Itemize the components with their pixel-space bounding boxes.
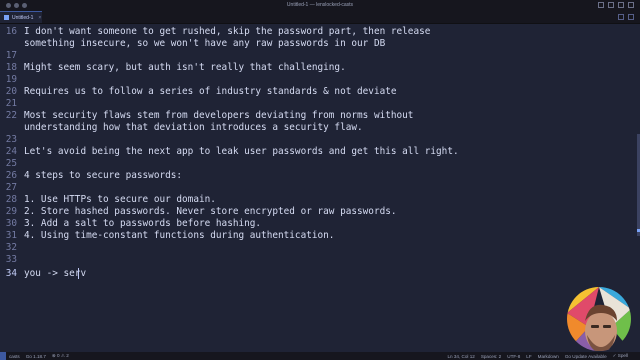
close-tab-icon[interactable]: × (38, 15, 41, 21)
editor-line: 17 (0, 50, 640, 62)
line-number: 31 (5, 230, 17, 241)
editor-line: understanding how that deviation introdu… (0, 122, 640, 134)
file-encoding[interactable]: UTF-8 (507, 354, 520, 359)
line-number: 29 (5, 206, 17, 217)
problems-count[interactable]: ⊗ 0 ⚠ 2 (52, 353, 69, 359)
line-number: 24 (5, 146, 17, 157)
line-number: 25 (5, 158, 17, 169)
line-number: 17 (5, 50, 17, 61)
file-icon (4, 15, 9, 20)
editor-line: 25 (0, 158, 640, 170)
editor-actions (618, 14, 634, 20)
more-actions-icon[interactable] (628, 14, 634, 20)
go-version[interactable]: Go 1.18.7 (26, 354, 46, 359)
line-text: Might seem scary, but auth isn't really … (24, 62, 346, 73)
line-text: Most security flaws stem from developers… (24, 110, 414, 121)
line-text: something insecure, so we won't have any… (24, 38, 386, 49)
spell-check[interactable]: ✓ Spell (613, 353, 628, 359)
line-text: understanding how that deviation introdu… (24, 122, 363, 133)
title-bar: Untitled-1 — lenslocked-casts (0, 0, 640, 11)
line-number: 30 (5, 218, 17, 229)
editor-line: 20 Requires us to follow a series of indu… (0, 86, 640, 98)
line-text: Requires us to follow a series of indust… (24, 86, 397, 97)
go-update-notice[interactable]: Go Update Available (565, 354, 607, 359)
editor-line-active: 34 you -> serv (0, 268, 640, 280)
line-text: 1. Use HTTPs to secure our domain. (24, 194, 216, 205)
tab-untitled-1[interactable]: Untitled-1 × (0, 11, 42, 23)
editor-line: 21 (0, 98, 640, 110)
toggle-panel-icon[interactable] (608, 2, 614, 8)
line-number: 26 (5, 170, 17, 181)
editor-line: 30 3. Add a salt to passwords before hash… (0, 218, 640, 230)
line-text: 3. Add a salt to passwords before hashin… (24, 218, 262, 229)
editor-line: 19 (0, 74, 640, 86)
text-cursor (78, 268, 79, 279)
line-text: 4 steps to secure passwords: (24, 170, 183, 181)
language-mode[interactable]: Markdown (538, 354, 559, 359)
customize-layout-icon[interactable] (628, 2, 634, 8)
editor-line: 16 I don't want someone to get rushed, sk… (0, 26, 640, 38)
editor-line: 27 (0, 182, 640, 194)
line-number: 16 (5, 26, 17, 37)
line-text: 4. Using time-constant functions during … (24, 230, 335, 241)
editor-line: 18 Might seem scary, but auth isn't reall… (0, 62, 640, 74)
line-number: 32 (5, 242, 17, 253)
line-number: 21 (5, 98, 17, 109)
editor-line: 29 2. Store hashed passwords. Never store… (0, 206, 640, 218)
editor-line: something insecure, so we won't have any… (0, 38, 640, 50)
presenter-avatar-image (567, 287, 631, 351)
editor-line: 23 (0, 134, 640, 146)
line-number: 33 (5, 254, 17, 265)
editor-line: 33 (0, 254, 640, 266)
editor-line: 32 (0, 242, 640, 254)
line-number: 19 (5, 74, 17, 85)
editor-line: 28 1. Use HTTPs to secure our domain. (0, 194, 640, 206)
remote-indicator-icon[interactable] (0, 352, 6, 360)
status-bar: casts Go 1.18.7 ⊗ 0 ⚠ 2 Ln 34, Col 12 Sp… (0, 352, 640, 360)
presenter-webcam (567, 287, 631, 351)
toggle-secondary-sidebar-icon[interactable] (618, 2, 624, 8)
split-editor-icon[interactable] (618, 14, 624, 20)
status-bar-right: Ln 34, Col 12 Spaces: 2 UTF-8 LF Markdow… (447, 352, 634, 360)
git-branch[interactable]: casts (9, 354, 20, 359)
line-text: you -> serv (24, 268, 87, 279)
line-number: 22 (5, 110, 17, 121)
tab-bar: Untitled-1 × (0, 11, 640, 24)
window-title: Untitled-1 — lenslocked-casts (286, 2, 354, 8)
layout-controls (598, 2, 634, 8)
line-text: 2. Store hashed passwords. Never store e… (24, 206, 397, 217)
toggle-sidebar-icon[interactable] (598, 2, 604, 8)
line-text: I don't want someone to get rushed, skip… (24, 26, 431, 37)
cursor-position[interactable]: Ln 34, Col 12 (447, 354, 474, 359)
editor-line: 31 4. Using time-constant functions durin… (0, 230, 640, 242)
line-number: 18 (5, 62, 17, 73)
editor-area[interactable]: 16 I don't want someone to get rushed, sk… (0, 24, 640, 353)
editor-line: 26 4 steps to secure passwords: (0, 170, 640, 182)
line-number: 20 (5, 86, 17, 97)
line-number: 27 (5, 182, 17, 193)
editor-line: 22 Most security flaws stem from develope… (0, 110, 640, 122)
tab-label: Untitled-1 (12, 14, 34, 21)
line-text: Let's avoid being the next app to leak u… (24, 146, 459, 157)
line-number: 28 (5, 194, 17, 205)
editor-line: 24 Let's avoid being the next app to leak… (0, 146, 640, 158)
line-number: 34 (5, 268, 17, 279)
line-number: 23 (5, 134, 17, 145)
indentation[interactable]: Spaces: 2 (481, 354, 501, 359)
line-ending[interactable]: LF (526, 354, 531, 359)
